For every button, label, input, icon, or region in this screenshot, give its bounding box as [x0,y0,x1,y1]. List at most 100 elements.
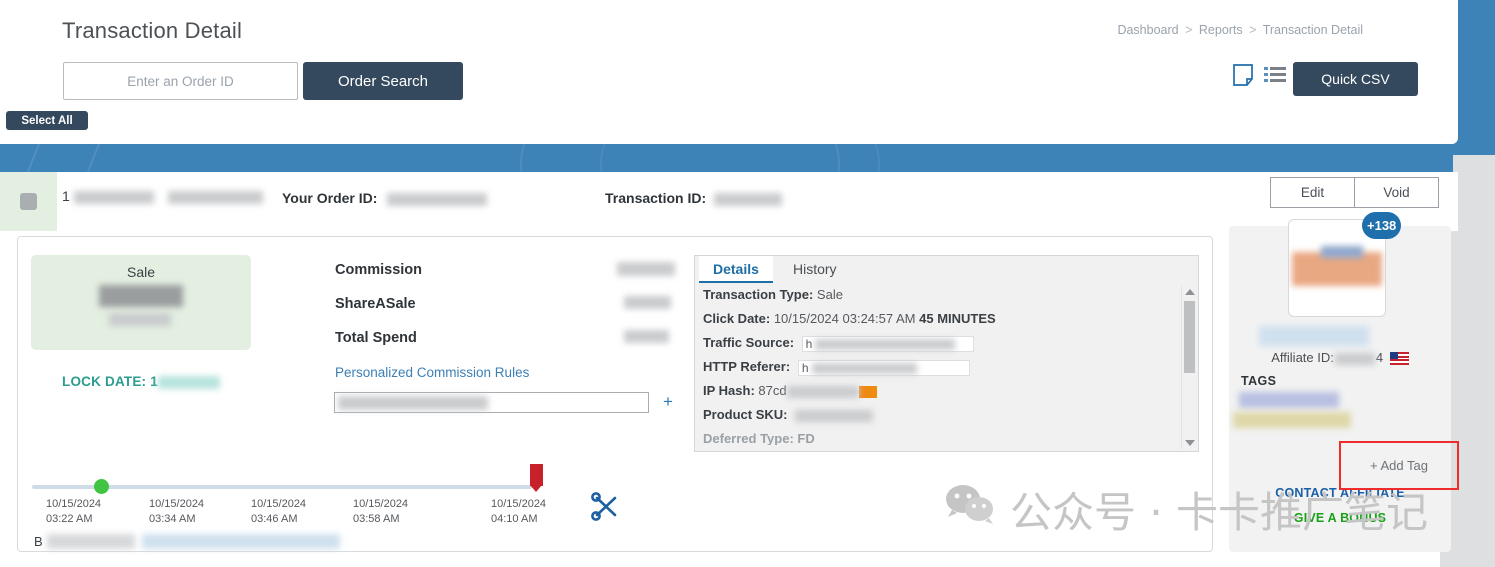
transaction-id-label: Transaction ID: [605,190,783,206]
redacted-value [624,330,669,343]
select-all-button[interactable]: Select All [6,111,88,130]
detail-key: Product SKU: [703,407,788,422]
order-id-search-input[interactable] [63,62,298,100]
redacted-subamount [109,313,171,326]
breadcrumb-separator: > [1249,23,1257,37]
timeline-tick: 10/15/2024 03:22 AM [46,497,101,527]
detail-key: Transaction Type: [703,287,814,302]
footer-prefix: B [34,534,43,549]
tick-date: 10/15/2024 [251,498,307,510]
redacted-value [617,262,675,276]
detail-value: Sale [816,287,843,302]
tags-section-title: TAGS [1241,374,1277,388]
page-title: Transaction Detail [62,18,243,43]
http-referer-field[interactable]: h [797,359,970,376]
tick-date: 10/15/2024 [149,498,205,510]
breadcrumb-item-dashboard[interactable]: Dashboard [1117,23,1178,37]
detail-row-product-sku: Product SKU: [703,407,1176,431]
redacted-value [47,534,136,550]
redacted-tag [1239,392,1339,408]
us-flag-icon [1389,352,1409,366]
breadcrumb-item-reports[interactable]: Reports [1199,23,1243,37]
tick-date: 10/15/2024 [46,498,102,510]
timeline-tick: 10/15/2024 03:34 AM [149,497,204,527]
green-dot-marker[interactable] [94,479,109,494]
transaction-id-prefix: 1 [62,188,70,204]
status-badge: +138 [1362,212,1402,239]
banner-swirl-2 [600,144,880,172]
details-scrollbar[interactable] [1181,286,1196,449]
shareasale-label: ShareASale [335,296,416,312]
total-spend-label: Total Spend [335,330,417,346]
affiliate-sidebar: +138 Affiliate ID: 4 TAGS + Add Tag CONTA… [1229,212,1459,552]
breadcrumb-item-transaction-detail: Transaction Detail [1262,23,1363,37]
detail-row-ip-hash: IP Hash: 87cd [703,383,1176,407]
redacted-value [73,190,154,204]
void-button[interactable]: Void [1354,177,1439,208]
tab-details[interactable]: Details [699,256,773,283]
right-blue-rail [1453,0,1495,155]
order-search-button[interactable]: Order Search [303,62,463,100]
lock-date-text: LOCK DATE: 1 [62,374,158,389]
redacted-value [1334,352,1375,365]
redacted-value [795,409,874,422]
scrollbar-thumb[interactable] [1184,301,1195,373]
transaction-id-leading: 1 [62,188,263,204]
commission-row: Total Spend [335,329,675,363]
tick-date: 10/15/2024 [491,498,547,510]
tick-time: 03:58 AM [353,513,400,525]
details-tablist: Details History [695,256,1198,283]
detail-key: HTTP Referer: [703,359,791,374]
commission-row: ShareASale [335,295,675,329]
scroll-down-arrow-icon[interactable] [1185,440,1195,446]
row-checkbox[interactable] [20,193,37,210]
commission-row: Commission [335,261,675,295]
detail-value: 87cd [758,383,787,398]
detail-value: h [801,360,809,375]
redacted-value [157,375,220,389]
details-field-list: Transaction Type: Sale Click Date: 10/15… [703,287,1176,445]
page-root: Transaction Detail Dashboard > Reports >… [0,0,1495,567]
scissors-icon[interactable] [588,489,622,523]
tick-time: 03:46 AM [251,513,298,525]
breadcrumb-separator: > [1185,23,1193,37]
redacted-value [387,192,488,206]
add-tag-button[interactable]: + Add Tag [1339,441,1459,490]
tick-date: 10/15/2024 [353,498,409,510]
personalized-commission-rules-link[interactable]: Personalized Commission Rules [335,365,529,380]
tick-time: 04:10 AM [491,513,538,525]
your-order-id-text: Your Order ID: [282,190,378,206]
redacted-amount [99,285,183,307]
detail-row-click-date: Click Date: 10/15/2024 03:24:57 AM 45 MI… [703,311,1176,335]
detail-key: Deferred Type: FD [703,431,815,445]
redacted-value [338,396,488,410]
quick-csv-button[interactable]: Quick CSV [1293,62,1418,96]
header-card: Transaction Detail Dashboard > Reports >… [0,0,1458,144]
give-a-bonus-link[interactable]: GIVE A BONUS [1229,511,1451,525]
redacted-value [167,190,263,204]
affiliate-id-label: Affiliate ID: [1271,350,1334,365]
list-icon[interactable] [1264,66,1286,84]
detail-key: IP Hash: [703,383,755,398]
redacted-value [624,296,671,309]
add-commission-rule-button[interactable]: + [663,392,673,412]
redacted-value [141,534,340,550]
note-icon[interactable] [1233,64,1253,86]
timeline-tick: 10/15/2024 04:10 AM [491,497,546,527]
personalized-commission-input[interactable] [334,392,649,413]
edit-button[interactable]: Edit [1270,177,1355,208]
timeline-tick: 10/15/2024 03:46 AM [251,497,306,527]
orange-marker [858,385,877,398]
commission-label: Commission [335,262,423,278]
tab-history[interactable]: History [779,256,851,283]
tick-time: 03:22 AM [46,513,93,525]
row-select-cell [0,172,57,231]
red-flag-marker[interactable] [530,464,543,492]
scroll-up-arrow-icon[interactable] [1185,289,1195,295]
redacted-value [714,192,783,206]
lock-date-label: LOCK DATE: 1 [62,374,220,389]
affiliate-id-suffix: 4 [1375,350,1384,365]
traffic-source-field[interactable]: h [801,335,974,352]
detail-value: 10/15/2024 03:24:57 AM [773,311,916,326]
detail-row-http-referer: HTTP Referer: h [703,359,1176,383]
